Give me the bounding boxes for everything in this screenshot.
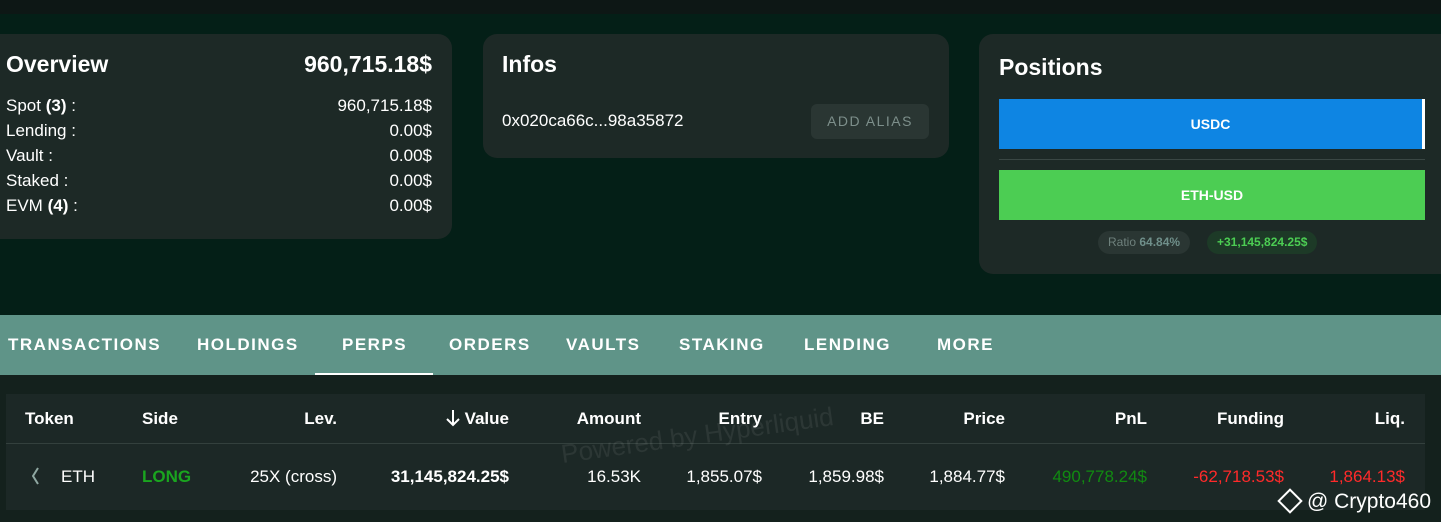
- header-lev[interactable]: Lev.: [304, 409, 337, 429]
- row-pnl: 490,778.24$: [1052, 467, 1147, 486]
- row-funding: -62,718.53$: [1193, 467, 1284, 486]
- spot-count: (3): [45, 96, 67, 115]
- row-be: 1,859.98$: [808, 467, 884, 486]
- tab-holdings[interactable]: HOLDINGS: [197, 315, 299, 375]
- eth-token-icon: [32, 467, 39, 485]
- perps-table-area: Token Side Lev. Value Amount Entry BE Pr…: [0, 375, 1441, 522]
- usdc-position-bar[interactable]: USDC: [999, 99, 1425, 149]
- header-be[interactable]: BE: [860, 409, 884, 429]
- overview-row-staked: Staked : 0.00$: [6, 171, 432, 190]
- evm-value: 0.00$: [389, 196, 432, 215]
- positions-title: Positions: [999, 54, 1103, 80]
- row-value: 31,145,824.25$: [390, 467, 509, 486]
- tab-vaults[interactable]: VAULTS: [566, 315, 640, 375]
- row-amount: 16.53K: [587, 467, 641, 486]
- arrow-down-icon: [445, 410, 460, 427]
- overview-card: Overview 960,715.18$ Spot (3) : 960,715.…: [0, 34, 452, 239]
- spot-value: 960,715.18$: [337, 96, 432, 115]
- header-liq[interactable]: Liq.: [1375, 409, 1405, 429]
- header-amount[interactable]: Amount: [577, 409, 641, 429]
- row-side: LONG: [142, 467, 192, 486]
- row-price: 1,884.77$: [929, 467, 1005, 486]
- staked-value: 0.00$: [389, 171, 432, 190]
- lending-value: 0.00$: [389, 121, 432, 140]
- row-entry: 1,855.07$: [686, 467, 762, 486]
- header-price[interactable]: Price: [963, 409, 1005, 429]
- ratio-badge: Ratio 64.84%: [1098, 231, 1191, 254]
- overview-total: 960,715.18$: [304, 51, 432, 77]
- vault-value: 0.00$: [389, 146, 432, 165]
- top-bar: [0, 0, 1441, 14]
- tab-lending[interactable]: LENDING: [804, 315, 891, 375]
- header-value[interactable]: Value: [445, 409, 509, 429]
- header-token[interactable]: Token: [25, 409, 74, 429]
- add-alias-button[interactable]: ADD ALIAS: [811, 104, 929, 139]
- infos-title: Infos: [502, 51, 557, 77]
- positions-divider: [999, 159, 1425, 160]
- row-token[interactable]: ETH: [61, 467, 95, 487]
- tab-staking[interactable]: STAKING: [679, 315, 765, 375]
- overview-title: Overview: [6, 51, 109, 77]
- row-leverage: 25X (cross): [250, 467, 337, 486]
- evm-count: (4): [47, 196, 69, 215]
- row-liq: 1,864.13$: [1329, 467, 1405, 486]
- overview-row-spot: Spot (3) : 960,715.18$: [6, 96, 432, 115]
- header-pnl[interactable]: PnL: [1115, 409, 1147, 429]
- overview-row-vault: Vault : 0.00$: [6, 146, 432, 165]
- overview-row-lending: Lending : 0.00$: [6, 121, 432, 140]
- infos-card: Infos 0x020ca66c...98a35872 ADD ALIAS: [483, 34, 949, 158]
- header-side[interactable]: Side: [142, 409, 178, 429]
- tab-perps[interactable]: PERPS: [314, 315, 434, 375]
- tab-more[interactable]: MORE: [937, 315, 994, 375]
- brand-watermark: @ Crypto460: [1277, 488, 1431, 514]
- header-funding[interactable]: Funding: [1217, 409, 1284, 429]
- perps-table: Token Side Lev. Value Amount Entry BE Pr…: [6, 394, 1425, 510]
- brand-logo-icon: [1277, 488, 1303, 514]
- tab-orders[interactable]: ORDERS: [449, 315, 531, 375]
- wallet-address[interactable]: 0x020ca66c...98a35872: [502, 111, 684, 131]
- tab-transactions[interactable]: TRANSACTIONS: [8, 315, 161, 375]
- positions-card: Positions USDC ETH-USD Ratio 64.84% +31,…: [979, 34, 1441, 274]
- tab-bar: TRANSACTIONS HOLDINGS PERPS ORDERS VAULT…: [0, 315, 1441, 375]
- overview-row-evm: EVM (4) : 0.00$: [6, 196, 432, 215]
- pnl-badge: +31,145,824.25$: [1207, 231, 1318, 254]
- eth-usd-position-bar[interactable]: ETH-USD: [999, 170, 1425, 220]
